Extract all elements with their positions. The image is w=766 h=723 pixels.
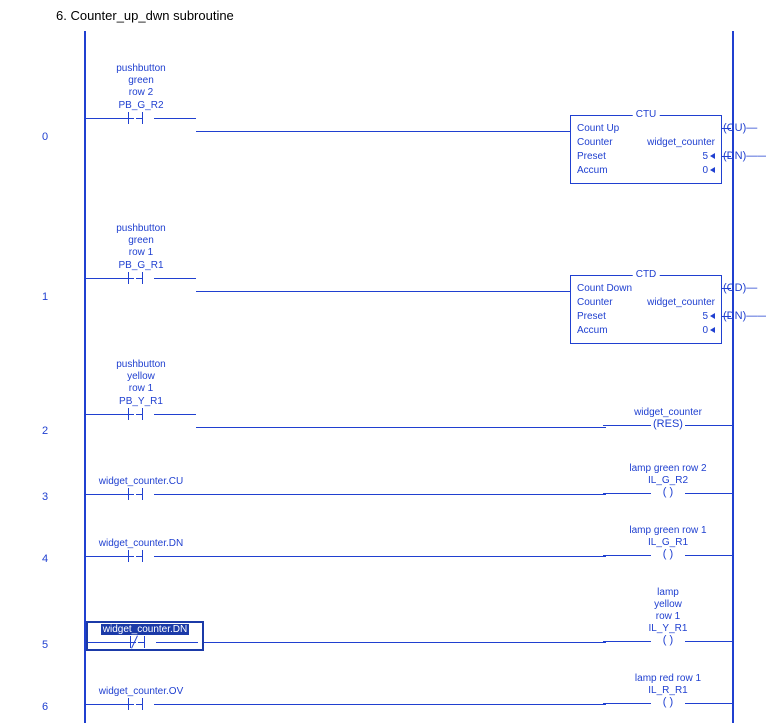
rung-number: 5 xyxy=(42,639,48,651)
label: Counter xyxy=(577,297,613,308)
contact-pb-g-r1: pushbutton green row 1 PB_G_R1 xyxy=(86,223,196,285)
wire xyxy=(196,556,606,557)
wire xyxy=(196,291,572,292)
ote-icon: ( ) xyxy=(651,634,685,646)
rung-number: 0 xyxy=(42,131,48,143)
contact-tag: widget_counter.DN xyxy=(86,537,196,549)
contact-widget-dn: widget_counter.DN xyxy=(86,537,196,563)
dn-output: (DN)—— xyxy=(723,310,766,322)
contact-tag: widget_counter.CU xyxy=(86,475,196,487)
rung-0: 0 pushbutton green row 2 PB_G_R2 CTU Cou… xyxy=(86,31,732,191)
arrow-icon xyxy=(710,167,715,173)
coil-tag: IL_Y_R1 xyxy=(603,623,733,634)
rung-number: 4 xyxy=(42,553,48,565)
ctd-instruction: CTD Count Down Counterwidget_counter Pre… xyxy=(570,275,722,344)
rung-number: 2 xyxy=(42,425,48,437)
cd-output: (CD)— xyxy=(723,282,766,294)
cu-output: (CU)— xyxy=(723,122,766,134)
arrow-icon xyxy=(710,313,715,319)
contact-description: pushbutton green row 2 xyxy=(86,63,196,99)
arrow-icon xyxy=(710,153,715,159)
coil-label: widget_counter xyxy=(603,407,733,418)
xio-icon xyxy=(88,635,198,649)
coil-il-r-r1: lamp red row 1 IL_R_R1 ( ) xyxy=(603,673,733,710)
page-title: 6. Counter_up_dwn subroutine xyxy=(0,0,766,31)
rung-2: 2 pushbutton yellow row 1 PB_Y_R1 widget… xyxy=(86,351,732,451)
xic-icon xyxy=(86,549,196,563)
contact-widget-cu: widget_counter.CU xyxy=(86,475,196,501)
inst-name: Count Down xyxy=(577,283,632,294)
contact-description: pushbutton green row 1 xyxy=(86,223,196,259)
contact-tag: PB_Y_R1 xyxy=(86,395,196,407)
wire xyxy=(196,427,606,428)
coil-il-y-r1: lamp yellow row 1 IL_Y_R1 ( ) xyxy=(603,587,733,648)
contact-tag: widget_counter.DN xyxy=(101,624,190,635)
value: widget_counter xyxy=(647,297,715,308)
xic-icon xyxy=(86,697,196,711)
ladder-diagram: 0 pushbutton green row 2 PB_G_R2 CTU Cou… xyxy=(84,31,734,723)
coil-tag: IL_R_R1 xyxy=(603,685,733,696)
coil-description: lamp red row 1 xyxy=(603,673,733,685)
coil-tag: IL_G_R2 xyxy=(603,475,733,486)
value: 0 xyxy=(702,165,708,176)
value: 5 xyxy=(702,151,708,162)
rung-number: 6 xyxy=(42,701,48,713)
ctu-instruction: CTU Count Up Counterwidget_counter Prese… xyxy=(570,115,722,184)
value: 5 xyxy=(702,311,708,322)
contact-tag: widget_counter.OV xyxy=(86,685,196,697)
xic-icon xyxy=(86,407,196,421)
contact-pb-y-r1: pushbutton yellow row 1 PB_Y_R1 xyxy=(86,359,196,421)
wire xyxy=(196,704,606,705)
arrow-icon xyxy=(710,327,715,333)
rung-number: 1 xyxy=(42,291,48,303)
coil-description: lamp green row 2 xyxy=(603,463,733,475)
contact-description: pushbutton yellow row 1 xyxy=(86,359,196,395)
instruction-header: CTU xyxy=(633,109,660,120)
coil-il-g-r2: lamp green row 2 IL_G_R2 ( ) xyxy=(603,463,733,500)
ote-icon: ( ) xyxy=(651,486,685,498)
wire xyxy=(196,494,606,495)
value: widget_counter xyxy=(647,137,715,148)
rung-number: 3 xyxy=(42,491,48,503)
label: Preset xyxy=(577,151,606,162)
instruction-header: CTD xyxy=(633,269,660,280)
xic-icon xyxy=(86,111,196,125)
ote-icon: ( ) xyxy=(651,548,685,560)
contact-pb-g-r2: pushbutton green row 2 PB_G_R2 xyxy=(86,63,196,125)
xic-icon xyxy=(86,487,196,501)
coil-tag: IL_G_R1 xyxy=(603,537,733,548)
res-coil: widget_counter (RES) xyxy=(603,407,733,432)
rung-6: 6 widget_counter.OV lamp red row 1 IL_R_… xyxy=(86,661,732,723)
wire xyxy=(196,131,572,132)
contact-tag: PB_G_R2 xyxy=(86,99,196,111)
wire xyxy=(204,642,606,643)
ote-icon: ( ) xyxy=(651,696,685,708)
contact-widget-ov: widget_counter.OV xyxy=(86,685,196,711)
label: Counter xyxy=(577,137,613,148)
coil-description: lamp yellow row 1 xyxy=(603,587,733,623)
xic-icon xyxy=(86,271,196,285)
label: Preset xyxy=(577,311,606,322)
inst-name: Count Up xyxy=(577,123,619,134)
label: Accum xyxy=(577,325,608,336)
res-icon: (RES) xyxy=(651,418,685,430)
rung-3: 3 widget_counter.CU lamp green row 2 IL_… xyxy=(86,451,732,513)
coil-il-g-r1: lamp green row 1 IL_G_R1 ( ) xyxy=(603,525,733,562)
coil-description: lamp green row 1 xyxy=(603,525,733,537)
label: Accum xyxy=(577,165,608,176)
dn-output: (DN)—— xyxy=(723,150,766,162)
rung-4: 4 widget_counter.DN lamp green row 1 IL_… xyxy=(86,513,732,575)
value: 0 xyxy=(702,325,708,336)
rung-5: 5 widget_counter.DN lamp yellow row 1 IL… xyxy=(86,575,732,661)
rung-1: 1 pushbutton green row 1 PB_G_R1 CTD Cou… xyxy=(86,191,732,351)
contact-tag: PB_G_R1 xyxy=(86,259,196,271)
contact-widget-dn-xio-selected[interactable]: widget_counter.DN xyxy=(86,621,204,651)
